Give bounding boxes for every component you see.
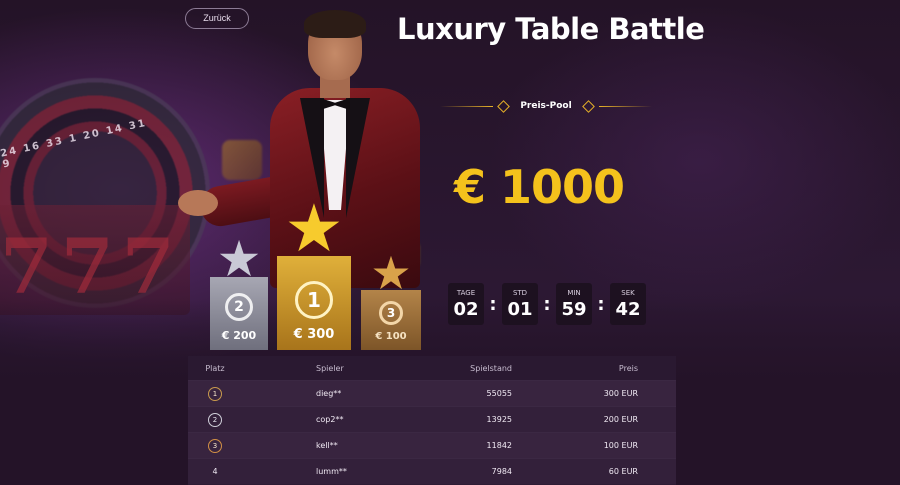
table-row: 4 lumm** 7984 60 EUR xyxy=(188,458,676,484)
prize-pool-label: Preis-Pool xyxy=(520,101,572,111)
score-cell: 11842 xyxy=(486,441,512,450)
silver-medal-icon: 2 xyxy=(208,412,222,427)
prize-pool-header: Preis-Pool xyxy=(440,96,652,116)
countdown-value: 59 xyxy=(561,298,587,320)
countdown-value: 42 xyxy=(615,298,641,320)
winners-podium: ★ ★ ★ 2 € 200 1 € 300 3 € 100 xyxy=(205,196,425,350)
laurel-wreath-icon: 3 xyxy=(379,301,403,325)
place-cell: 4 xyxy=(212,467,218,476)
column-header-prize: Preis xyxy=(618,363,638,373)
gold-star-icon: ★ xyxy=(284,190,344,267)
countdown-value: 02 xyxy=(453,298,479,320)
countdown-separator: : xyxy=(489,293,497,315)
countdown-value: 01 xyxy=(507,298,533,320)
place-cell: 3 xyxy=(188,438,242,453)
countdown-label: TAGE xyxy=(456,288,476,297)
player-cell: cop2** xyxy=(316,415,344,424)
player-cell: lumm** xyxy=(316,467,347,476)
table-row: 3 kell** 11842 100 EUR xyxy=(188,432,676,458)
countdown-days: TAGE 02 xyxy=(448,283,484,325)
slot-sevens: 777 xyxy=(0,222,183,311)
diamond-icon xyxy=(497,99,511,113)
prize-cell: 60 EUR xyxy=(608,467,638,476)
prize-cell: 100 EUR xyxy=(603,441,638,450)
countdown-separator: : xyxy=(543,293,551,315)
table-row: 1 dieg** 55055 300 EUR xyxy=(188,380,676,406)
prize-cell: 300 EUR xyxy=(603,389,638,398)
page-title: Luxury Table Battle xyxy=(397,12,705,46)
place-cell: 1 xyxy=(188,386,242,401)
divider xyxy=(598,105,652,107)
score-cell: 7984 xyxy=(491,467,512,476)
countdown-seconds: SEK 42 xyxy=(610,283,646,325)
countdown-label: SEK xyxy=(621,288,635,297)
laurel-wreath-icon: 1 xyxy=(295,281,333,319)
podium-prize: € 200 xyxy=(221,329,257,342)
column-header-place: Platz xyxy=(205,363,225,373)
podium-first-place: 1 € 300 xyxy=(277,256,351,350)
prize-cell: 200 EUR xyxy=(603,415,638,424)
countdown-hours: STD 01 xyxy=(502,283,538,325)
podium-second-place: 2 € 200 xyxy=(210,277,268,350)
countdown-label: STD xyxy=(512,288,528,297)
column-header-player: Spieler xyxy=(316,363,344,373)
countdown-separator: : xyxy=(597,293,605,315)
leaderboard-table: Platz Spieler Spielstand Preis 1 dieg** … xyxy=(188,356,676,485)
prize-pool-amount: € 1000 xyxy=(454,160,625,214)
player-cell: kell** xyxy=(316,441,338,450)
diamond-icon xyxy=(581,99,595,113)
table-header: Platz Spieler Spielstand Preis xyxy=(188,356,676,380)
countdown-minutes: MIN 59 xyxy=(556,283,592,325)
score-cell: 13925 xyxy=(486,415,512,424)
countdown-label: MIN xyxy=(567,288,581,297)
place-cell: 2 xyxy=(188,412,242,427)
table-body: 1 dieg** 55055 300 EUR 2 cop2** 13925 20… xyxy=(188,380,676,484)
bronze-medal-icon: 3 xyxy=(208,438,222,453)
player-cell: dieg** xyxy=(316,389,342,398)
page-background: 24 16 33 1 20 14 31 9 777 Zurück Luxury … xyxy=(0,0,900,485)
gold-medal-icon: 1 xyxy=(208,386,222,401)
table-row: 2 cop2** 13925 200 EUR xyxy=(188,406,676,432)
score-cell: 55055 xyxy=(486,389,512,398)
host-hair xyxy=(304,10,366,38)
podium-third-place: 3 € 100 xyxy=(361,290,421,350)
divider xyxy=(440,105,494,107)
podium-prize: € 100 xyxy=(375,331,407,342)
podium-prize: € 300 xyxy=(293,327,335,342)
column-header-score: Spielstand xyxy=(470,363,512,373)
countdown-timer: TAGE 02 : STD 01 : MIN 59 : SEK 42 xyxy=(448,283,646,325)
laurel-wreath-icon: 2 xyxy=(225,293,253,321)
